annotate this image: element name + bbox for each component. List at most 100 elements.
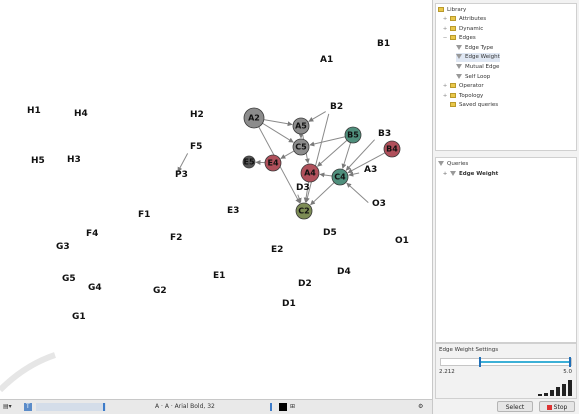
node-d2[interactable]: D2 (298, 279, 312, 289)
node-g1[interactable]: G1 (72, 312, 86, 322)
edge-o3-c4[interactable] (346, 182, 369, 204)
node-c2[interactable]: C2 (295, 202, 313, 220)
node-e4[interactable]: E4 (264, 154, 282, 172)
select-button[interactable]: Select (497, 401, 533, 412)
range-high-handle[interactable] (569, 357, 571, 367)
tree-item-label: Attributes (459, 16, 487, 22)
label-color-swatch[interactable] (279, 403, 287, 411)
node-a3[interactable]: A3 (364, 165, 377, 175)
node-a5[interactable]: A5 (292, 117, 310, 135)
size-slider-handle[interactable] (270, 403, 272, 411)
edge-b5-c5[interactable] (309, 136, 346, 147)
node-b3[interactable]: B3 (378, 129, 391, 139)
settings-icon[interactable]: ⚙ (418, 403, 423, 411)
node-c4[interactable]: C4 (331, 168, 349, 186)
node-e5[interactable]: E5 (242, 155, 256, 169)
range-slider[interactable] (440, 357, 572, 367)
node-f2[interactable]: F2 (170, 233, 182, 243)
edge-b5-c4[interactable] (341, 142, 352, 169)
tree-item-topology[interactable]: + Topology (442, 92, 483, 101)
size-icon[interactable]: ⊞ (290, 403, 295, 411)
edge-c4-a4[interactable] (319, 172, 333, 178)
graph-view[interactable]: A1 B1 H1 H4 H2 B2 B3 H5 H3 F5 P3 D3 A3 O3 E3 F1 F4 F2 G3 D5… (0, 0, 432, 399)
node-e2[interactable]: E2 (271, 245, 283, 255)
node-o3[interactable]: O3 (372, 199, 386, 209)
edge-b2-a5[interactable] (308, 111, 326, 122)
edge-c4-c2[interactable] (310, 182, 335, 206)
node-h1[interactable]: H1 (27, 106, 41, 116)
node-g2[interactable]: G2 (153, 286, 167, 296)
tree-item-attributes[interactable]: + Attributes (442, 15, 486, 24)
filter-library-tree[interactable]: Library + Attributes + Dynamic − Edges Edge Ty… (435, 3, 577, 151)
node-p3[interactable]: P3 (175, 170, 188, 180)
edge-a2-c5[interactable] (262, 122, 294, 143)
node-b2[interactable]: B2 (330, 102, 343, 112)
weight-histogram-icon (538, 380, 572, 396)
node-d5[interactable]: D5 (323, 228, 337, 238)
node-e1[interactable]: E1 (213, 271, 225, 281)
edge-c5-e4[interactable] (280, 150, 295, 159)
node-o1[interactable]: O1 (395, 236, 409, 246)
folder-icon (450, 102, 456, 108)
node-label: E5 (243, 158, 254, 167)
edge-b5-a4[interactable] (317, 139, 348, 167)
node-f5[interactable]: F5 (190, 142, 202, 152)
queries-pane[interactable]: Queries + Edge Weight (435, 157, 577, 343)
tree-item-edge-type[interactable]: Edge Type (456, 44, 493, 53)
node-a2[interactable]: A2 (243, 107, 265, 129)
node-f1[interactable]: F1 (138, 210, 150, 220)
node-g3[interactable]: G3 (56, 242, 70, 252)
node-label: B5 (347, 131, 359, 140)
edge-f5-p3[interactable] (177, 153, 189, 173)
node-h4[interactable]: H4 (74, 109, 88, 119)
node-a1[interactable]: A1 (320, 55, 333, 65)
folder-icon (450, 25, 456, 31)
tree-item-edges[interactable]: − Edges (442, 34, 476, 43)
expand-toggle-icon[interactable]: + (442, 92, 448, 101)
expand-toggle-icon[interactable]: + (442, 15, 448, 24)
node-g5[interactable]: G5 (62, 274, 76, 284)
node-h2[interactable]: H2 (190, 110, 204, 120)
tree-item-operator[interactable]: + Operator (442, 82, 484, 91)
tree-item-edge-weight[interactable]: Edge Weight (456, 53, 500, 63)
node-b1[interactable]: B1 (377, 39, 390, 49)
expand-toggle-icon[interactable]: + (442, 25, 448, 34)
range-max-label: 5.0 (563, 369, 572, 375)
edge-a2-a5[interactable] (263, 119, 293, 127)
node-h5[interactable]: H5 (31, 156, 45, 166)
node-a4[interactable]: A4 (300, 163, 320, 183)
node-d4[interactable]: D4 (337, 267, 351, 277)
node-f4[interactable]: F4 (86, 229, 98, 239)
label-size-slider[interactable] (36, 403, 106, 411)
range-low-handle[interactable] (479, 357, 481, 367)
text-mode-button[interactable]: T (24, 403, 32, 411)
tree-item-self-loop[interactable]: Self Loop (456, 73, 490, 82)
font-selector[interactable]: A · A · Arial Bold, 32 (155, 403, 215, 411)
funnel-icon (456, 54, 462, 60)
tree-item-label: Saved queries (459, 102, 499, 109)
node-d3[interactable]: D3 (296, 183, 310, 193)
funnel-icon (456, 73, 462, 79)
node-g4[interactable]: G4 (88, 283, 102, 293)
edge-a3-c4[interactable] (348, 171, 360, 177)
node-e3[interactable]: E3 (227, 206, 239, 216)
tree-item-label: Dynamic (459, 25, 484, 32)
node-b5[interactable]: B5 (344, 126, 362, 144)
node-c5[interactable]: C5 (292, 138, 310, 156)
library-root[interactable]: Library (438, 6, 466, 15)
tree-item-saved-queries[interactable]: Saved queries (442, 101, 498, 110)
tree-item-dynamic[interactable]: + Dynamic (442, 25, 483, 34)
query-edge-weight[interactable]: + Edge Weight (442, 170, 498, 179)
expand-toggle-icon[interactable]: + (442, 82, 448, 91)
slider-handle[interactable] (103, 403, 105, 411)
stop-button[interactable]: Stop (539, 401, 575, 412)
node-d1[interactable]: D1 (282, 299, 296, 309)
graph-canvas[interactable]: A1 B1 H1 H4 H2 B2 B3 H5 H3 F5 P3 D3 A3 O3 E3 F1 F4 F2 G3 D5… (0, 0, 432, 399)
node-b4[interactable]: B4 (383, 140, 401, 158)
tree-item-mutual-edge[interactable]: Mutual Edge (456, 63, 499, 72)
node-h3[interactable]: H3 (67, 155, 81, 165)
color-mode-icon[interactable]: ▤▾ (3, 403, 12, 411)
expand-toggle-icon[interactable]: − (442, 34, 448, 43)
queries-root[interactable]: Queries (438, 160, 468, 169)
range-fill (480, 361, 571, 363)
